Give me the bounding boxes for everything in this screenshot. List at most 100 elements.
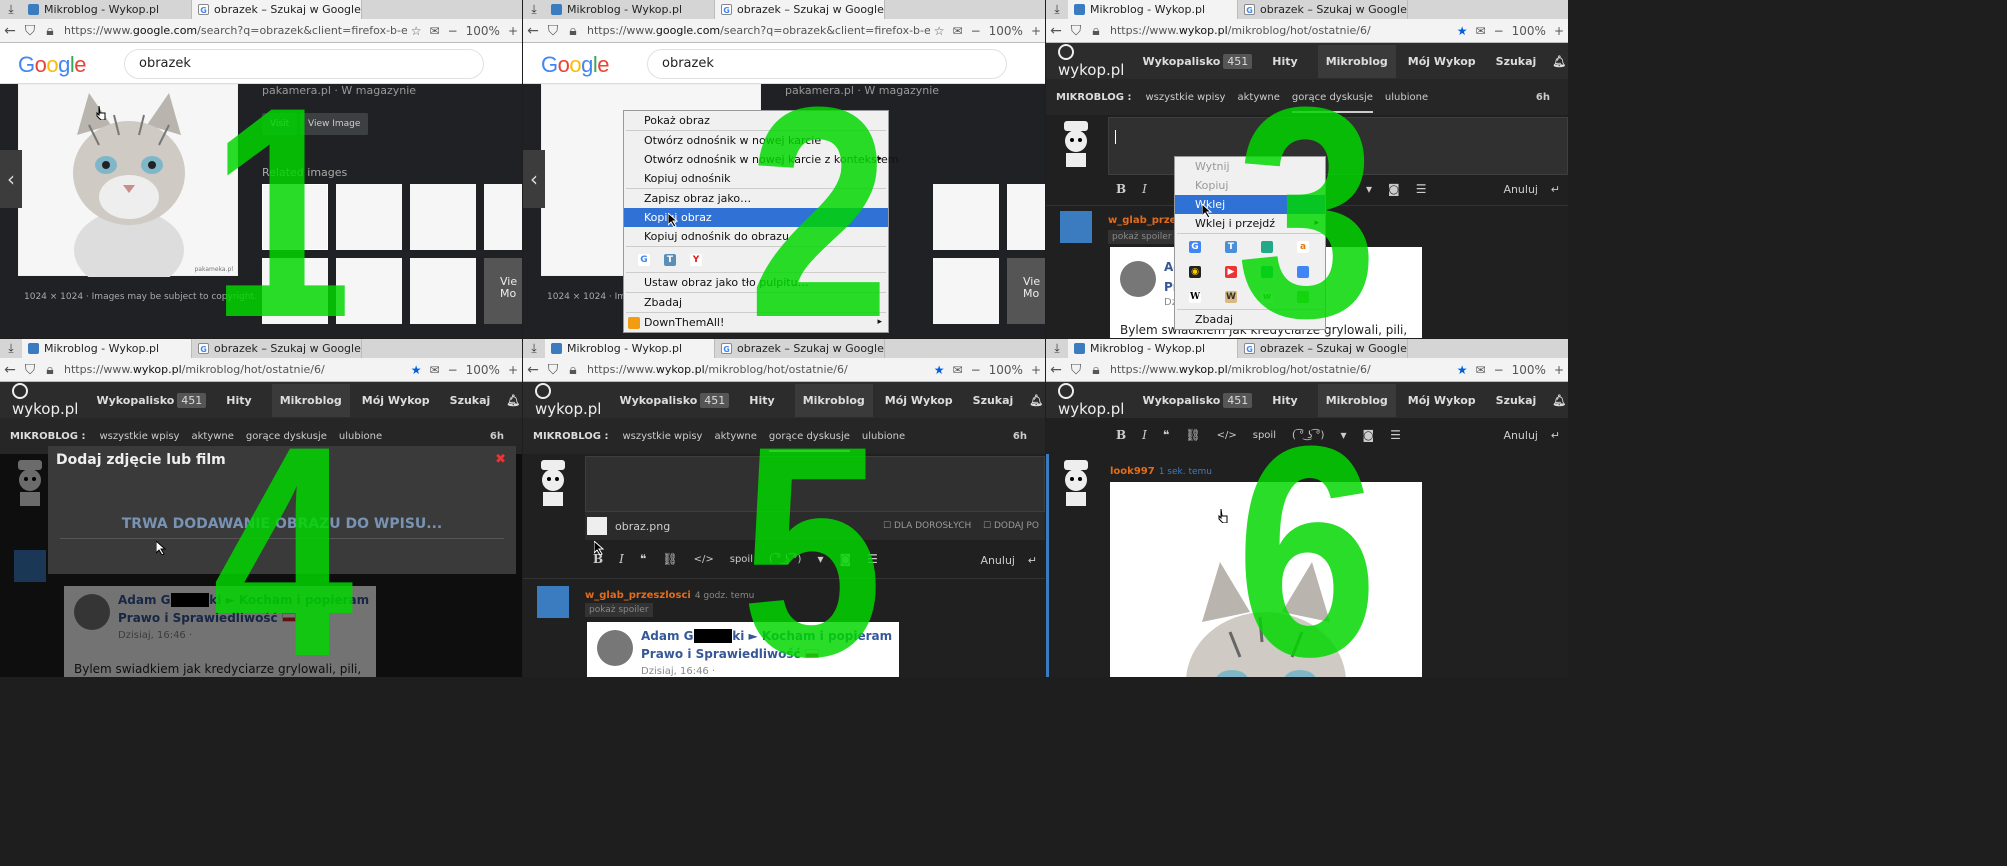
zoom-level[interactable]: 100% <box>462 24 504 38</box>
italic-icon[interactable]: I <box>619 552 624 566</box>
menu-inspect[interactable]: Zbadaj <box>624 293 888 312</box>
address-field[interactable]: https://www.wykop.pl/mikroblog/hot/ostat… <box>1106 363 1453 376</box>
address-field[interactable]: https://www.wykop.pl/mikroblog/hot/ostat… <box>60 363 407 376</box>
nav-hity[interactable]: Hity <box>1272 394 1297 407</box>
camera-icon[interactable]: ◙ <box>1388 182 1400 196</box>
nav-hity[interactable]: Hity <box>226 394 251 407</box>
nav-mikroblog[interactable]: Mikroblog <box>794 383 873 417</box>
menu-cut[interactable]: Wytnij <box>1175 157 1325 176</box>
add-po-checkbox[interactable]: ☐ DODAJ PO <box>983 521 1039 531</box>
cancel-button[interactable]: Anuluj <box>980 554 1015 567</box>
view-image-button[interactable]: View Image <box>300 113 369 135</box>
nav-szukaj[interactable]: Szukaj <box>1496 55 1537 68</box>
nav-wykopalisko[interactable]: Wykopalisko 451 <box>1142 53 1253 69</box>
nav-szukaj[interactable]: Szukaj <box>973 394 1014 407</box>
tab-wykop[interactable]: Mikroblog - Wykop.pl <box>545 0 715 19</box>
zoom-out-icon[interactable]: − <box>967 363 985 377</box>
star-filled-icon[interactable]: ★ <box>407 363 426 377</box>
enter-icon[interactable]: ↵ <box>1028 554 1037 567</box>
related-thumb-flowers[interactable] <box>336 258 402 324</box>
link-icon[interactable]: ⛓ <box>1185 428 1200 442</box>
lenny-button[interactable]: ( ͡° ͜ʖ ͡°) <box>1292 430 1324 441</box>
bell-icon[interactable]: 🔔︎ <box>1552 55 1566 68</box>
dropdown-arrow-icon[interactable]: ▾ <box>1366 182 1372 196</box>
zoom-in-icon[interactable]: + <box>504 24 522 38</box>
user-avatar[interactable] <box>1058 119 1094 169</box>
mail-icon[interactable]: ✉ <box>1472 24 1490 38</box>
camera-icon[interactable]: ◙ <box>839 552 851 566</box>
zoom-out-icon[interactable]: − <box>444 24 462 38</box>
related-thumb-kitten[interactable] <box>262 184 328 250</box>
wiktionary-icon[interactable]: W <box>1225 290 1237 303</box>
nav-mikroblog[interactable]: Mikroblog <box>1317 383 1396 417</box>
list-icon[interactable]: ☰ <box>1416 182 1427 196</box>
nav-moj-wykop[interactable]: Mój Wykop <box>362 394 430 407</box>
card-title[interactable]: Adam Gxxxxxki ► Kocham i popieram <box>641 628 892 645</box>
search-input[interactable]: obrazek <box>647 49 1007 79</box>
google-search-icon[interactable]: G <box>638 253 650 266</box>
google-logo[interactable]: Google <box>18 52 87 78</box>
subnav-fav[interactable]: ulubione <box>1385 92 1428 103</box>
tab-wykop[interactable]: Mikroblog - Wykop.pl <box>545 339 715 358</box>
shield-icon[interactable]: ⛉ <box>1066 23 1086 39</box>
wykop-logo[interactable]: wykop.pl <box>12 382 78 418</box>
list-icon[interactable]: ☰ <box>1390 428 1401 442</box>
download-icon[interactable]: ⤓ <box>1046 339 1068 358</box>
wykop-logo[interactable]: wykop.pl <box>535 382 601 418</box>
menu-open-link-new-tab[interactable]: Otwórz odnośnik w nowej karcie <box>624 131 888 150</box>
visit-button[interactable]: Visit <box>262 113 298 135</box>
user-avatar[interactable] <box>535 458 571 508</box>
bold-icon[interactable]: B <box>1116 182 1126 196</box>
subnav-fav[interactable]: ulubione <box>339 431 382 442</box>
download-icon[interactable]: ⤓ <box>0 0 22 19</box>
posted-kitten-image[interactable] <box>1110 482 1422 677</box>
spoil-button[interactable]: spoil <box>730 554 753 565</box>
download-icon[interactable]: ⤓ <box>0 339 22 358</box>
kitten-image[interactable]: pakameka.pl <box>18 84 238 290</box>
download-icon[interactable]: ⤓ <box>1046 0 1068 19</box>
shield-icon[interactable]: ⛉ <box>20 362 40 378</box>
shield-icon[interactable]: ⛉ <box>543 362 563 378</box>
tab-google[interactable]: Gobrazek – Szukaj w Google <box>1238 0 1408 19</box>
post-username[interactable]: look997 <box>1110 466 1155 477</box>
nav-hity[interactable]: Hity <box>749 394 774 407</box>
wikipedia-icon[interactable]: W <box>1189 290 1201 303</box>
prev-arrow-icon[interactable]: ‹ <box>0 150 22 208</box>
nav-szukaj[interactable]: Szukaj <box>450 394 491 407</box>
link-icon[interactable]: ⛓ <box>662 552 677 566</box>
image-source[interactable]: pakamera.pl · W magazynie <box>262 84 416 97</box>
menu-paste[interactable]: Wklej <box>1175 195 1325 214</box>
tab-google[interactable]: Gobrazek – Szukaj w Google <box>192 0 362 19</box>
star-icon[interactable]: ☆ <box>930 24 949 38</box>
pl-icon[interactable] <box>1261 240 1273 253</box>
download-icon[interactable]: ⤓ <box>523 0 545 19</box>
related-thumb-deer[interactable] <box>410 184 476 250</box>
zoom-out-icon[interactable]: − <box>967 24 985 38</box>
back-icon[interactable]: ← <box>1046 23 1066 39</box>
back-icon[interactable]: ← <box>0 362 20 378</box>
zoom-level[interactable]: 100% <box>462 363 504 377</box>
quote-icon[interactable]: ❝ <box>1163 428 1169 442</box>
quote-icon[interactable]: ❝ <box>640 552 646 566</box>
subnav-fav[interactable]: ulubione <box>862 431 905 442</box>
bold-icon[interactable]: B <box>1116 428 1126 442</box>
mail-icon[interactable]: ✉ <box>426 24 444 38</box>
chat-icon[interactable] <box>1297 290 1309 303</box>
related-thumb-cat-glasses[interactable] <box>933 258 999 324</box>
menu-copy[interactable]: Kopiuj <box>1175 176 1325 195</box>
subnav-active[interactable]: aktywne <box>1237 92 1279 103</box>
zoom-out-icon[interactable]: − <box>1490 363 1508 377</box>
amazon-icon[interactable]: a <box>1297 240 1309 253</box>
lenny-button[interactable]: ( ͡° ͜ʖ ͡°) <box>769 554 801 565</box>
shield-icon[interactable]: ⛉ <box>20 23 40 39</box>
mail-icon[interactable]: ✉ <box>426 363 444 377</box>
post-textarea[interactable] <box>585 456 1045 512</box>
tab-google[interactable]: Gobrazek – Szukaj w Google <box>192 339 362 358</box>
shield-icon[interactable]: ⛉ <box>1066 362 1086 378</box>
subnav-all[interactable]: wszystkie wpisy <box>1145 92 1225 103</box>
bell-icon[interactable]: 🔔︎ <box>506 394 520 407</box>
star-filled-icon[interactable]: ★ <box>930 363 949 377</box>
menu-set-wallpaper[interactable]: Ustaw obraz jako tło pulpitu… <box>624 273 888 292</box>
wykop-logo[interactable]: wykop.pl <box>1058 43 1124 79</box>
code-icon[interactable]: </> <box>1217 430 1237 441</box>
